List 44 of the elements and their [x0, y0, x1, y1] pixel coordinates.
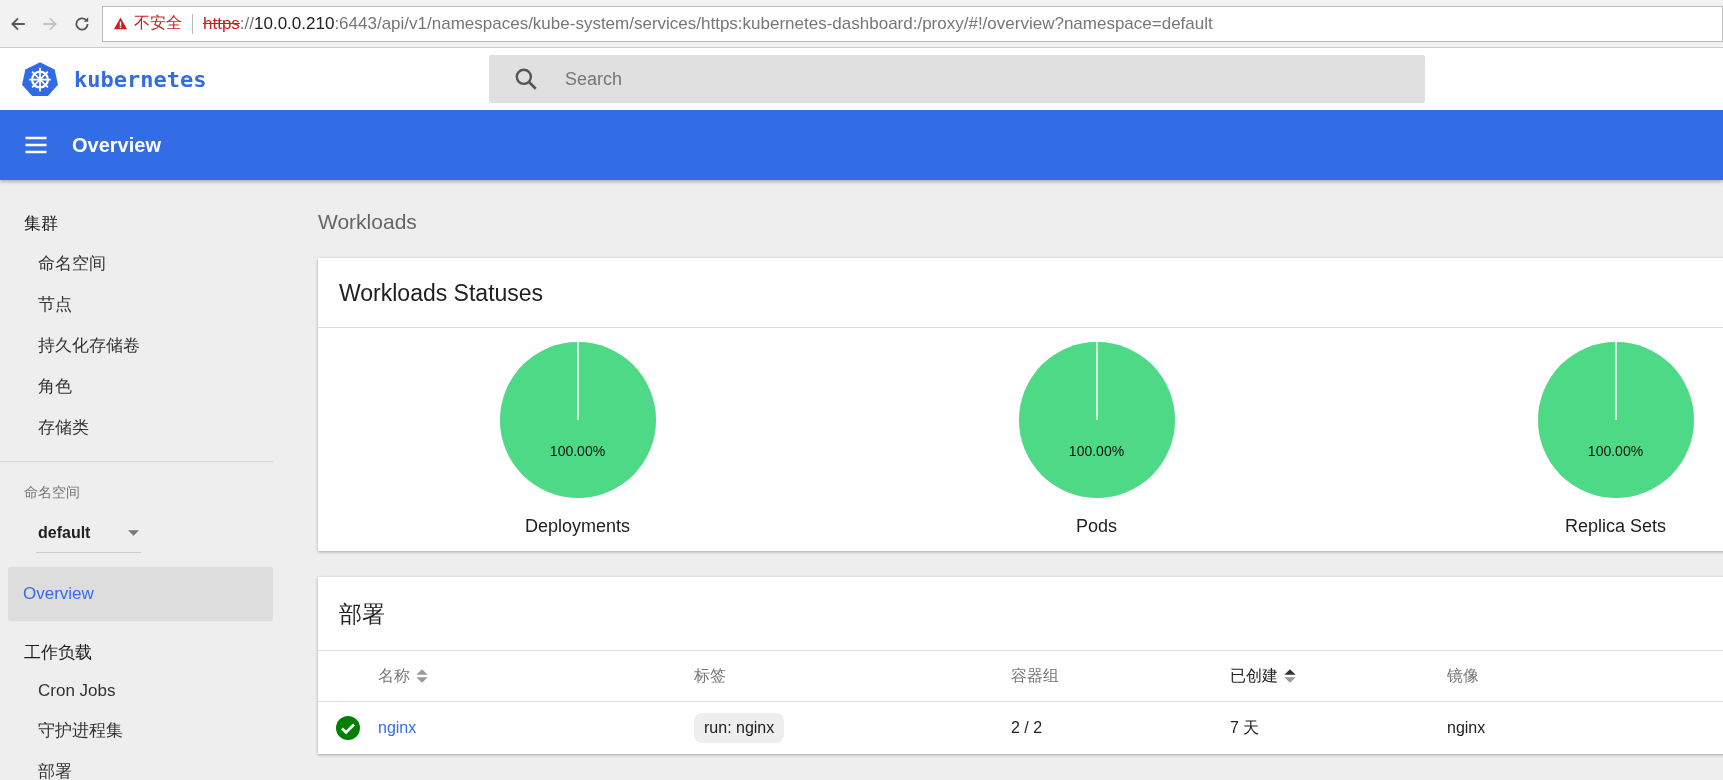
logo-text: kubernetes: [74, 66, 207, 92]
card-title: Workloads Statuses: [318, 258, 1723, 328]
search-icon: [513, 66, 539, 92]
caret-icon: [128, 530, 139, 536]
chart-title: Deployments: [524, 516, 630, 537]
sort-icon[interactable]: [1284, 668, 1296, 684]
chart-title: Replica Sets: [1564, 516, 1667, 537]
column-header[interactable]: 名称: [378, 665, 428, 687]
sidebar-item[interactable]: 守护进程集: [0, 710, 273, 751]
sidebar-group-label[interactable]: 集群: [0, 204, 273, 243]
label-chip: run: nginx: [694, 713, 785, 743]
warning-icon: [113, 16, 128, 31]
section-heading: Workloads: [318, 209, 418, 235]
namespace-label: 命名空间: [23, 484, 81, 502]
sidebar-item[interactable]: 存储类: [0, 407, 273, 448]
sidebar-group-label[interactable]: 工作负载: [0, 633, 273, 672]
namespace-select[interactable]: default: [36, 516, 141, 553]
sidebar-item[interactable]: 命名空间: [0, 243, 273, 284]
address-field[interactable]: 不安全 https://10.0.0.210:6443/api/v1/namespaces/kube-system/services/https:kubernetes-dashboard:/proxy/#!/overview?namespace=default: [102, 5, 1723, 42]
helm-wheel-icon: [22, 61, 58, 97]
page-title: Overview: [72, 133, 161, 157]
table-cell: 2 / 2: [1011, 719, 1043, 737]
search-field[interactable]: Search: [489, 55, 1425, 103]
sidebar-item[interactable]: Cron Jobs: [0, 672, 273, 710]
percent-label: 100.00%: [1067, 443, 1126, 459]
column-header[interactable]: 已创建: [1230, 665, 1296, 687]
sidebar-item[interactable]: Overview: [8, 567, 273, 621]
sidebar-item[interactable]: 部署: [0, 751, 273, 780]
insecure-label: 不安全: [134, 13, 182, 33]
percent-label: 100.00%: [548, 443, 607, 459]
chart-title: Pods: [1076, 516, 1117, 537]
column-header: 容器组: [1011, 665, 1059, 686]
sidebar-item[interactable]: 节点: [0, 284, 273, 325]
address-text: https://10.0.0.210:6443/api/v1/namespaces/kube-system/services/https:kubernetes-dashboard:/proxy/#!/overview?namespace=default: [203, 13, 1213, 34]
percent-label: 100.00%: [1586, 443, 1645, 459]
reload-icon[interactable]: [73, 14, 91, 33]
card-title: 部署: [318, 577, 1723, 651]
column-header: 镜像: [1447, 665, 1479, 686]
table-cell-text: 7 天: [1230, 717, 1260, 738]
table-cell: nginx: [1447, 719, 1486, 737]
sidebar-item[interactable]: 持久化存储卷: [0, 325, 273, 366]
deployment-link[interactable]: nginx: [378, 719, 417, 737]
sidebar-item[interactable]: 角色: [0, 366, 273, 407]
column-header: 标签: [694, 665, 726, 686]
